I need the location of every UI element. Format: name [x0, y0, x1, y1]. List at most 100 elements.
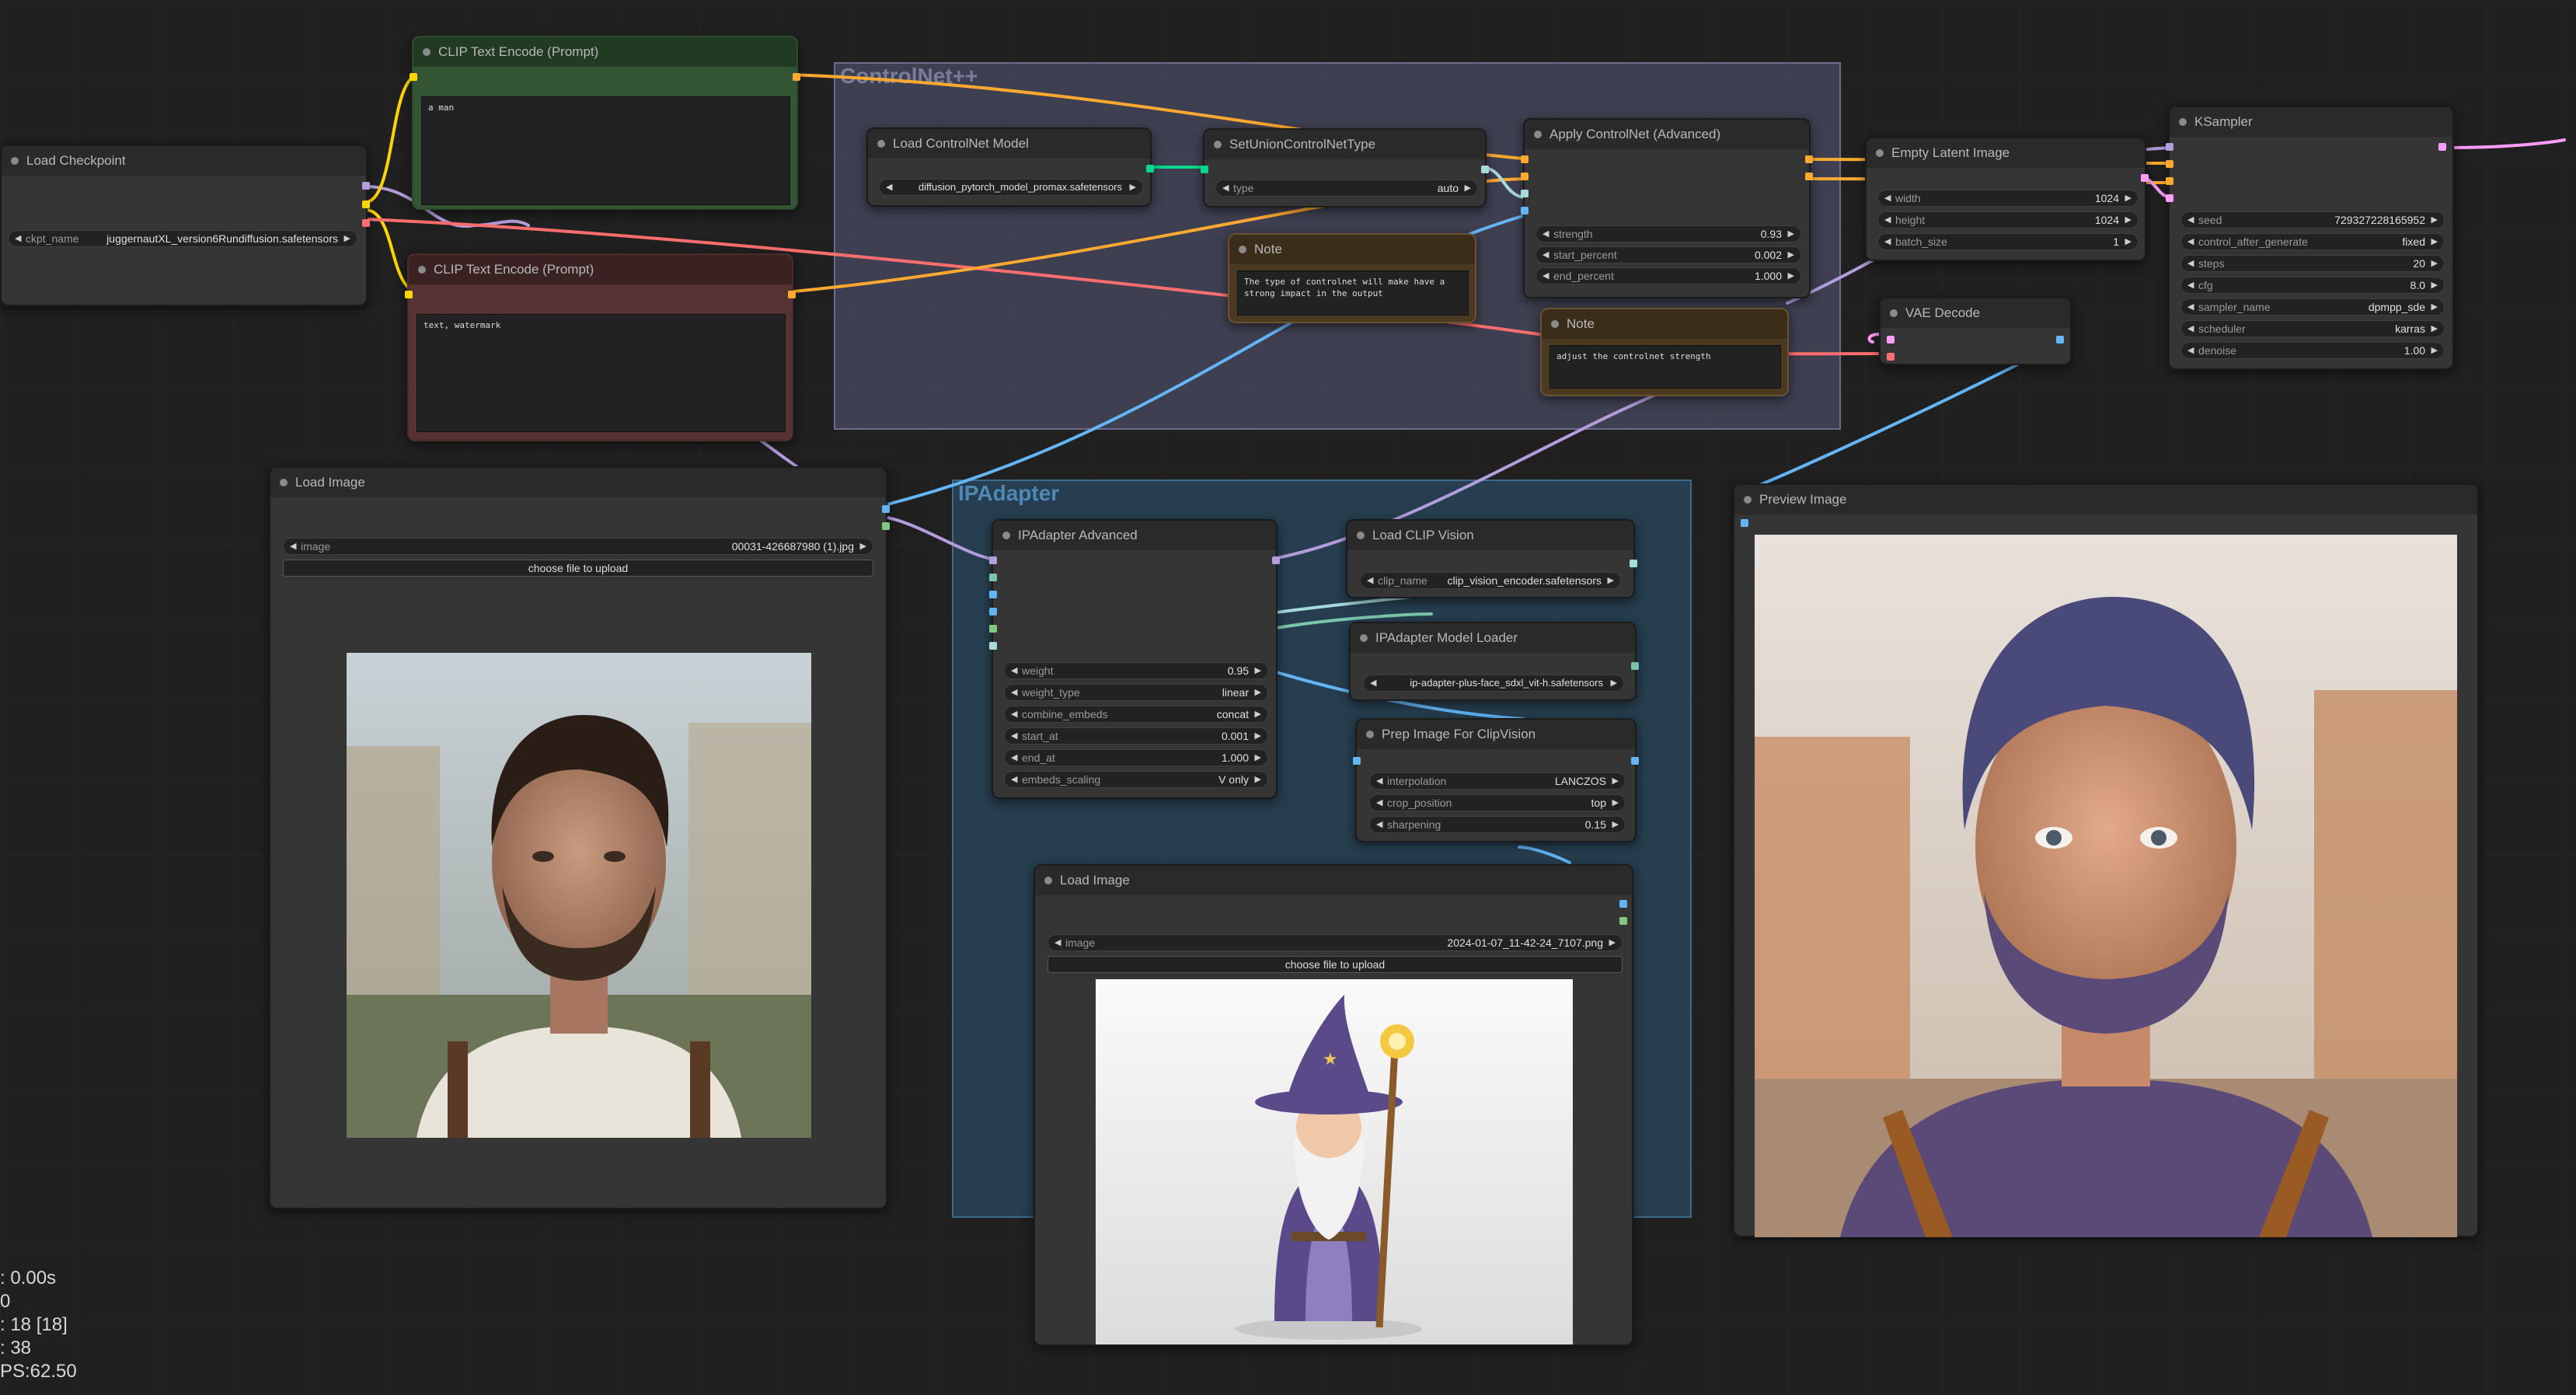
node-empty-latent-image[interactable]: Empty Latent Image ◀ width 1024 ▶ ◀ heig… — [1865, 137, 2149, 261]
output-control-net-slot[interactable] — [1146, 165, 1154, 173]
arrow-right-icon[interactable]: ▶ — [1788, 247, 1794, 263]
arrow-left-icon[interactable]: ◀ — [1011, 728, 1017, 744]
arrow-left-icon[interactable]: ◀ — [1542, 226, 1549, 242]
arrow-right-icon[interactable]: ▶ — [1612, 795, 1619, 811]
end-at-slider[interactable]: ◀ end_at 1.000 ▶ — [1004, 749, 1268, 766]
input-clip-slot[interactable] — [405, 291, 413, 298]
arrow-right-icon[interactable]: ▶ — [860, 539, 866, 554]
arrow-right-icon[interactable]: ▶ — [2431, 212, 2438, 228]
input-negative-slot[interactable] — [2166, 177, 2173, 185]
arrow-left-icon[interactable]: ◀ — [290, 539, 296, 554]
node-ksampler[interactable]: KSampler ◀ seed 729327228165952 ▶ ◀ cont… — [2166, 106, 2454, 370]
arrow-left-icon[interactable]: ◀ — [1376, 795, 1382, 811]
arrow-right-icon[interactable]: ▶ — [1612, 817, 1619, 832]
arrow-right-icon[interactable]: ▶ — [1130, 180, 1136, 195]
arrow-right-icon[interactable]: ▶ — [1255, 706, 1261, 722]
arrow-right-icon[interactable]: ▶ — [1611, 675, 1617, 691]
clip-name-combo[interactable]: ◀ clip_name clip_vision_encoder.safetens… — [1360, 572, 1621, 589]
output-clip-vision-slot[interactable] — [1630, 560, 1637, 567]
input-ipadapter-slot[interactable] — [989, 574, 997, 581]
input-control-net-slot[interactable] — [1201, 166, 1208, 173]
arrow-left-icon[interactable]: ◀ — [2187, 343, 2194, 358]
node-ipadapter-model-loader[interactable]: IPAdapter Model Loader ◀ ip-adapter-plus… — [1349, 622, 1639, 701]
arrow-right-icon[interactable]: ▶ — [1788, 268, 1794, 284]
type-combo[interactable]: ◀ type auto ▶ — [1215, 180, 1478, 197]
start-percent-slider[interactable]: ◀ start_percent 0.002 ▶ — [1535, 246, 1801, 263]
scheduler-combo[interactable]: ◀ scheduler karras ▶ — [2180, 320, 2445, 337]
input-positive-slot[interactable] — [2166, 160, 2173, 168]
interpolation-combo[interactable]: ◀ interpolation LANCZOS ▶ — [1369, 772, 1626, 790]
batch-size-input[interactable]: ◀ batch_size 1 ▶ — [1877, 233, 2139, 250]
input-image-negative-slot[interactable] — [989, 608, 997, 616]
output-image-slot[interactable] — [1619, 900, 1627, 908]
output-image-slot[interactable] — [882, 505, 890, 513]
arrow-left-icon[interactable]: ◀ — [2187, 321, 2194, 337]
choose-file-button[interactable]: choose file to upload — [1047, 956, 1623, 973]
choose-file-button[interactable]: choose file to upload — [283, 560, 873, 577]
input-positive-slot[interactable] — [1521, 155, 1529, 163]
output-conditioning-slot[interactable] — [788, 291, 796, 298]
output-positive-slot[interactable] — [1805, 155, 1813, 163]
arrow-left-icon[interactable]: ◀ — [1376, 773, 1382, 789]
arrow-left-icon[interactable]: ◀ — [1542, 268, 1549, 284]
input-clip-slot[interactable] — [410, 73, 417, 81]
input-image-slot[interactable] — [1353, 757, 1361, 765]
image-combo[interactable]: ◀ image 2024-01-07_11-42-24_7107.png ▶ — [1047, 934, 1623, 951]
width-input[interactable]: ◀ width 1024 ▶ — [1877, 190, 2139, 207]
arrow-left-icon[interactable]: ◀ — [2187, 277, 2194, 293]
node-preview-image[interactable]: Preview Image — [1733, 483, 2479, 1237]
input-latent-slot[interactable] — [2166, 194, 2173, 202]
output-model-slot[interactable] — [362, 182, 370, 190]
arrow-left-icon[interactable]: ◀ — [15, 231, 21, 246]
ipadapter-file-combo[interactable]: ◀ ip-adapter-plus-face_sdxl_vit-h.safete… — [1363, 675, 1624, 692]
arrow-right-icon[interactable]: ▶ — [2431, 256, 2438, 271]
arrow-right-icon[interactable]: ▶ — [1255, 750, 1261, 766]
input-control-net-slot[interactable] — [1521, 190, 1529, 197]
sampler-name-combo[interactable]: ◀ sampler_name dpmpp_sde ▶ — [2180, 298, 2445, 316]
prompt-textarea[interactable]: a man — [421, 96, 790, 205]
weight-type-combo[interactable]: ◀ weight_type linear ▶ — [1004, 684, 1268, 701]
arrow-left-icon[interactable]: ◀ — [886, 180, 892, 195]
control-after-generate-combo[interactable]: ◀ control_after_generate fixed ▶ — [2180, 233, 2445, 250]
node-clip-text-encode-negative[interactable]: CLIP Text Encode (Prompt) text, watermar… — [405, 253, 796, 441]
arrow-left-icon[interactable]: ◀ — [1011, 663, 1017, 678]
arrow-right-icon[interactable]: ▶ — [2431, 299, 2438, 315]
output-mask-slot[interactable] — [1619, 917, 1627, 925]
strength-slider[interactable]: ◀ strength 0.93 ▶ — [1535, 225, 1801, 242]
output-conditioning-slot[interactable] — [793, 73, 800, 81]
arrow-left-icon[interactable]: ◀ — [1884, 190, 1891, 206]
arrow-right-icon[interactable]: ▶ — [2431, 234, 2438, 249]
output-clip-slot[interactable] — [362, 201, 370, 208]
output-latent-slot[interactable] — [2141, 174, 2149, 182]
arrow-left-icon[interactable]: ◀ — [1222, 180, 1229, 196]
arrow-left-icon[interactable]: ◀ — [1011, 685, 1017, 700]
input-model-slot[interactable] — [2166, 143, 2173, 151]
arrow-right-icon[interactable]: ▶ — [1255, 772, 1261, 787]
node-ipadapter-advanced[interactable]: IPAdapter Advanced ◀ weight 0.95 ▶ ◀ wei… — [989, 519, 1280, 799]
arrow-right-icon[interactable]: ▶ — [1788, 226, 1794, 242]
output-negative-slot[interactable] — [1805, 173, 1813, 180]
output-model-slot[interactable] — [1272, 556, 1280, 564]
weight-slider[interactable]: ◀ weight 0.95 ▶ — [1004, 662, 1268, 679]
cfg-input[interactable]: ◀ cfg 8.0 ▶ — [2180, 277, 2445, 294]
note-textarea[interactable]: adjust the controlnet strength — [1549, 345, 1781, 389]
input-vae-slot[interactable] — [1887, 353, 1895, 361]
node-load-clip-vision[interactable]: Load CLIP Vision ◀ clip_name clip_vision… — [1346, 519, 1637, 598]
input-image-slot[interactable] — [1521, 207, 1529, 214]
output-latent-slot[interactable] — [2438, 143, 2446, 151]
output-image-slot[interactable] — [1631, 757, 1639, 765]
input-attn-mask-slot[interactable] — [989, 625, 997, 633]
arrow-left-icon[interactable]: ◀ — [1376, 817, 1382, 832]
node-clip-text-encode-positive[interactable]: CLIP Text Encode (Prompt) a man — [410, 36, 800, 210]
arrow-left-icon[interactable]: ◀ — [1884, 234, 1891, 249]
arrow-right-icon[interactable]: ▶ — [1255, 663, 1261, 678]
arrow-right-icon[interactable]: ▶ — [2431, 343, 2438, 358]
arrow-left-icon[interactable]: ◀ — [2187, 212, 2194, 228]
output-image-slot[interactable] — [2056, 336, 2064, 344]
input-clip-vision-slot[interactable] — [989, 642, 997, 650]
denoise-slider[interactable]: ◀ denoise 1.00 ▶ — [2180, 342, 2445, 359]
input-samples-slot[interactable] — [1887, 336, 1895, 344]
arrow-right-icon[interactable]: ▶ — [2125, 190, 2132, 206]
input-negative-slot[interactable] — [1521, 173, 1529, 180]
node-load-checkpoint[interactable]: Load Checkpoint ◀ ckpt_name juggernautXL… — [0, 145, 370, 306]
